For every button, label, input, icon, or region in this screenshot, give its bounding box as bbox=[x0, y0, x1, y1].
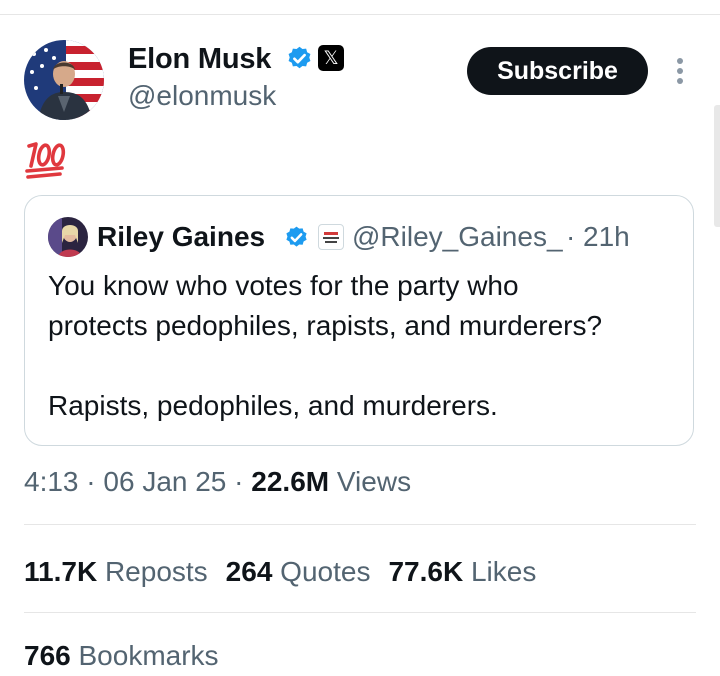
quoted-avatar-image bbox=[48, 217, 88, 257]
views-count: 22.6M bbox=[251, 466, 330, 497]
stats-divider-bottom bbox=[24, 612, 696, 613]
author-name[interactable]: Elon Musk bbox=[128, 40, 271, 78]
quotes-label: Quotes bbox=[280, 556, 371, 587]
quoted-author-name[interactable]: Riley Gaines bbox=[97, 219, 265, 255]
hundred-points-emoji-icon bbox=[25, 142, 66, 179]
top-divider bbox=[0, 14, 720, 15]
reposts-count: 11.7K bbox=[24, 556, 98, 587]
quotes-count: 264 bbox=[225, 556, 273, 587]
views-label: Views bbox=[336, 466, 412, 497]
quoted-affiliate-logo-icon[interactable] bbox=[318, 224, 344, 250]
likes-stat[interactable]: 77.6K Likes bbox=[388, 556, 536, 587]
more-options-icon[interactable] bbox=[670, 56, 690, 88]
bookmarks-stat[interactable]: 766 Bookmarks bbox=[24, 636, 219, 676]
likes-label: Likes bbox=[470, 556, 537, 587]
subscribe-button[interactable]: Subscribe bbox=[467, 47, 648, 95]
author-handle[interactable]: @elonmusk bbox=[128, 78, 276, 114]
quoted-verified-badge-icon bbox=[286, 226, 307, 247]
reposts-label: Reposts bbox=[104, 556, 208, 587]
quoted-author-handle[interactable]: @Riley_Gaines_ bbox=[352, 219, 563, 255]
tweet-time[interactable]: 4:13 bbox=[24, 466, 79, 497]
meta-separator: · bbox=[226, 466, 252, 497]
likes-count: 77.6K bbox=[388, 556, 464, 587]
engagement-stats-row: 11.7K Reposts 264 Quotes 77.6K Likes bbox=[24, 552, 536, 592]
scrollbar-thumb[interactable] bbox=[714, 105, 720, 227]
quoted-author-avatar[interactable] bbox=[48, 217, 88, 257]
quoted-tweet-text: You know who votes for the party who pro… bbox=[48, 270, 603, 421]
stats-divider-top bbox=[24, 524, 696, 525]
quoted-separator: · bbox=[566, 221, 576, 252]
quoted-timestamp[interactable]: 21h bbox=[583, 219, 630, 255]
avatar-image bbox=[24, 40, 104, 120]
meta-separator: · bbox=[78, 466, 104, 497]
quotes-stat[interactable]: 264 Quotes bbox=[226, 556, 371, 587]
verified-badge-icon bbox=[288, 46, 311, 69]
tweet-meta-row: 4:13 · 06 Jan 25 · 22.6M Views bbox=[24, 462, 411, 502]
author-avatar[interactable] bbox=[24, 40, 104, 120]
x-affiliate-icon[interactable]: 𝕏 bbox=[318, 45, 344, 71]
affiliate-logo-image bbox=[323, 232, 339, 243]
tweet-date[interactable]: 06 Jan 25 bbox=[103, 466, 226, 497]
reposts-stat[interactable]: 11.7K Reposts bbox=[24, 556, 208, 587]
